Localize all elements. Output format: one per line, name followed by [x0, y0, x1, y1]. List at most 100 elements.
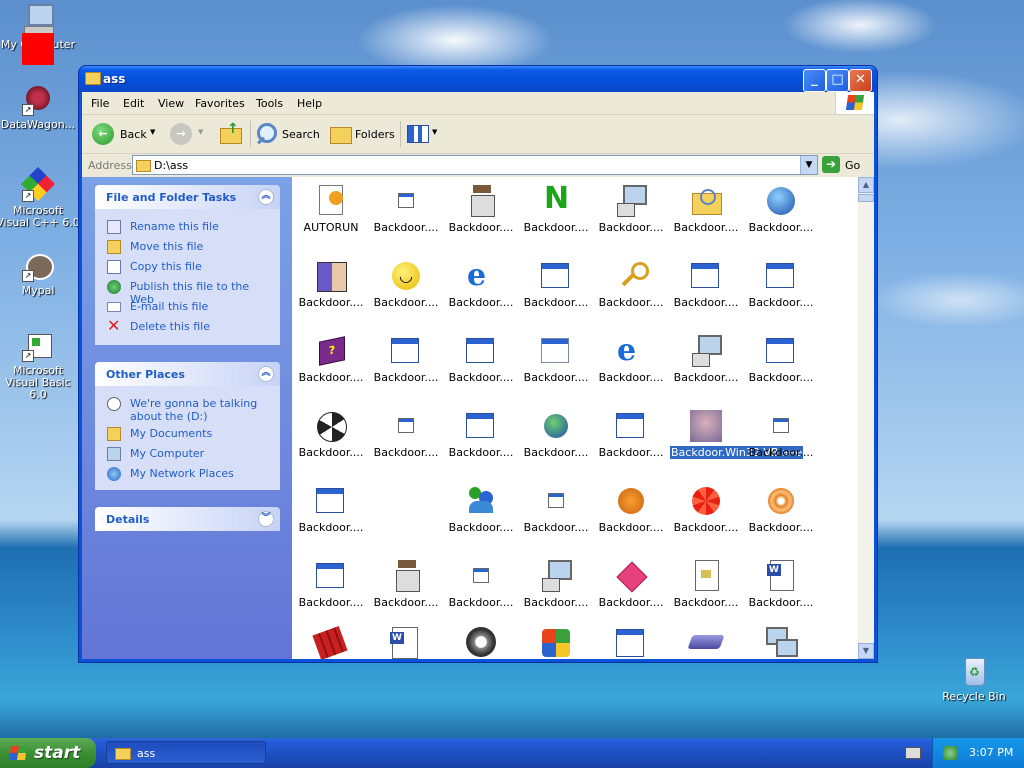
taskbar-window-button[interactable]: ass	[106, 741, 266, 764]
task-email-file[interactable]: E-mail this file	[95, 297, 280, 317]
file-item[interactable]: Backdoor....	[370, 410, 442, 459]
desktop-icon-recycle-bin[interactable]: ♻ Recycle Bin	[932, 656, 1016, 703]
task-publish-file[interactable]: Publish this file to the Web	[95, 277, 280, 306]
file-item[interactable]: ? Backdoor....	[295, 335, 367, 384]
start-button[interactable]: start	[0, 738, 96, 768]
file-item[interactable]: Backdoor....	[520, 485, 592, 534]
task-copy-file[interactable]: Copy this file	[95, 257, 280, 277]
place-my-documents[interactable]: My Documents	[95, 424, 280, 444]
panel-header[interactable]: Other Places ︽	[95, 362, 280, 386]
file-item[interactable]: Backdoor....	[295, 410, 367, 459]
network-tray-icon[interactable]	[943, 746, 957, 760]
file-item[interactable]: Backdoor....	[445, 410, 517, 459]
file-item[interactable]: Backdoor....	[520, 410, 592, 459]
file-item[interactable]: Backdoor....	[745, 260, 817, 309]
file-item[interactable]: Backdoor....	[370, 560, 442, 609]
file-item[interactable]: W Backdoor....	[745, 560, 817, 609]
menu-favorites[interactable]: Favorites	[195, 97, 245, 110]
place-network-places[interactable]: My Network Places	[95, 464, 280, 484]
folders-button[interactable]: Folders	[326, 120, 398, 148]
file-item[interactable]: Backdoor....	[445, 185, 517, 234]
scroll-thumb[interactable]	[858, 194, 874, 202]
file-item-selected[interactable]: Backdoor.Win32.VB.aee	[670, 410, 804, 459]
forward-button[interactable]: → ▼	[168, 120, 208, 148]
file-item[interactable]: Backdoor....	[595, 260, 667, 309]
file-item[interactable]: ◡ Backdoor....	[370, 260, 442, 309]
file-item[interactable]: Backdoor....	[595, 410, 667, 459]
minimize-button[interactable]: _	[803, 69, 826, 92]
file-item[interactable]: AUTORUN	[295, 185, 367, 234]
desktop-icon-my-computer[interactable]: My Computer	[0, 4, 80, 65]
views-button[interactable]: ▼	[404, 120, 440, 148]
keyboard-icon[interactable]	[905, 747, 921, 759]
file-item[interactable]: Backdoor....	[670, 335, 742, 384]
drive-icon[interactable]	[687, 635, 725, 649]
address-dropdown-button[interactable]: ▼	[800, 156, 817, 174]
file-item[interactable]: Backdoor....	[445, 560, 517, 609]
file-item[interactable]: e Backdoor....	[445, 260, 517, 310]
task-delete-file[interactable]: ✕ Delete this file	[95, 317, 280, 337]
maximize-button[interactable]: □	[826, 69, 849, 92]
file-item[interactable]: Backdoor....	[745, 410, 817, 459]
menu-help[interactable]: Help	[297, 97, 322, 110]
file-item[interactable]: Backdoor....	[745, 485, 817, 534]
menu-view[interactable]: View	[158, 97, 184, 110]
menu-file[interactable]: File	[91, 97, 109, 110]
collapse-chevron-icon[interactable]: ︽	[258, 366, 274, 382]
file-item[interactable]: Backdoor....	[670, 560, 742, 609]
file-item[interactable]: Backdoor....	[670, 185, 742, 234]
file-item[interactable]: Backdoor....	[520, 335, 592, 384]
go-button[interactable]: Go	[845, 159, 860, 172]
file-item[interactable]: Backdoor....	[295, 560, 367, 609]
desktop-icon-visual-cpp[interactable]: ↗ Microsoft Visual C++ 6.0	[0, 167, 80, 229]
close-button[interactable]: ✕	[849, 69, 872, 92]
back-button[interactable]: ← Back ▼	[88, 120, 158, 148]
file-item[interactable]: Backdoor....	[595, 185, 667, 234]
windows-logo-icon[interactable]	[542, 629, 570, 657]
panel-header[interactable]: Details ︾	[95, 507, 280, 531]
word-document-icon[interactable]: W	[390, 627, 418, 659]
file-item[interactable]: Backdoor....	[295, 485, 367, 534]
go-arrow-icon[interactable]: ➔	[822, 156, 840, 173]
file-item[interactable]: Backdoor....	[745, 185, 817, 234]
dynamite-icon[interactable]	[312, 625, 348, 659]
menu-edit[interactable]: Edit	[123, 97, 144, 110]
clock[interactable]: 3:07 PM	[969, 746, 1013, 759]
media-player-icon[interactable]	[466, 627, 496, 657]
search-button[interactable]: Search	[254, 120, 320, 148]
file-item[interactable]: Backdoor....	[370, 335, 442, 384]
collapse-chevron-icon[interactable]: ︽	[258, 189, 274, 205]
file-item[interactable]: Backdoor....	[370, 185, 442, 234]
network-computer-icon[interactable]	[766, 627, 798, 657]
desktop-icon-mypal[interactable]: ↗ Mypal	[0, 250, 80, 297]
task-rename-file[interactable]: Rename this file	[95, 217, 280, 237]
place-my-computer[interactable]: My Computer	[95, 444, 280, 464]
up-folder-button[interactable]: ↑	[217, 120, 245, 148]
expand-chevron-icon[interactable]: ︾	[258, 511, 274, 527]
rename-icon	[107, 220, 121, 234]
file-item[interactable]: Backdoor....	[445, 335, 517, 384]
file-item[interactable]: Backdoor....	[520, 560, 592, 609]
desktop-icon-visual-basic[interactable]: ↗ Microsoft Visual Basic 6.0	[0, 330, 80, 401]
file-item[interactable]: Backdoor....	[295, 260, 367, 309]
place-drive-d[interactable]: We're gonna be talking about the (D:)	[95, 394, 280, 424]
window-setup-icon[interactable]	[616, 629, 644, 657]
file-item[interactable]: Backdoor....	[670, 485, 742, 534]
desktop-icon-datawagon[interactable]: ↗ DataWagon...	[0, 84, 80, 131]
file-item[interactable]: Backdoor....	[595, 485, 667, 534]
file-item[interactable]: N Backdoor....	[520, 183, 592, 235]
file-item[interactable]: Backdoor....	[595, 560, 667, 609]
scroll-up-button[interactable]: ▲	[858, 177, 874, 193]
panel-header[interactable]: File and Folder Tasks ︽	[95, 185, 280, 209]
scroll-down-button[interactable]: ▼	[858, 643, 874, 659]
file-item[interactable]: Backdoor....	[520, 260, 592, 309]
file-item[interactable]: Backdoor....	[670, 260, 742, 309]
vertical-scrollbar[interactable]: ▲ ▼	[858, 177, 874, 659]
menu-tools[interactable]: Tools	[256, 97, 283, 110]
address-field[interactable]: D:\ass ▼	[132, 155, 818, 175]
task-move-file[interactable]: Move this file	[95, 237, 280, 257]
file-item[interactable]: Backdoor....	[745, 335, 817, 384]
file-item[interactable]: e Backdoor....	[595, 335, 667, 385]
file-item[interactable]: Backdoor....	[445, 485, 517, 534]
title-bar[interactable]: ass _ □ ✕	[79, 66, 877, 92]
